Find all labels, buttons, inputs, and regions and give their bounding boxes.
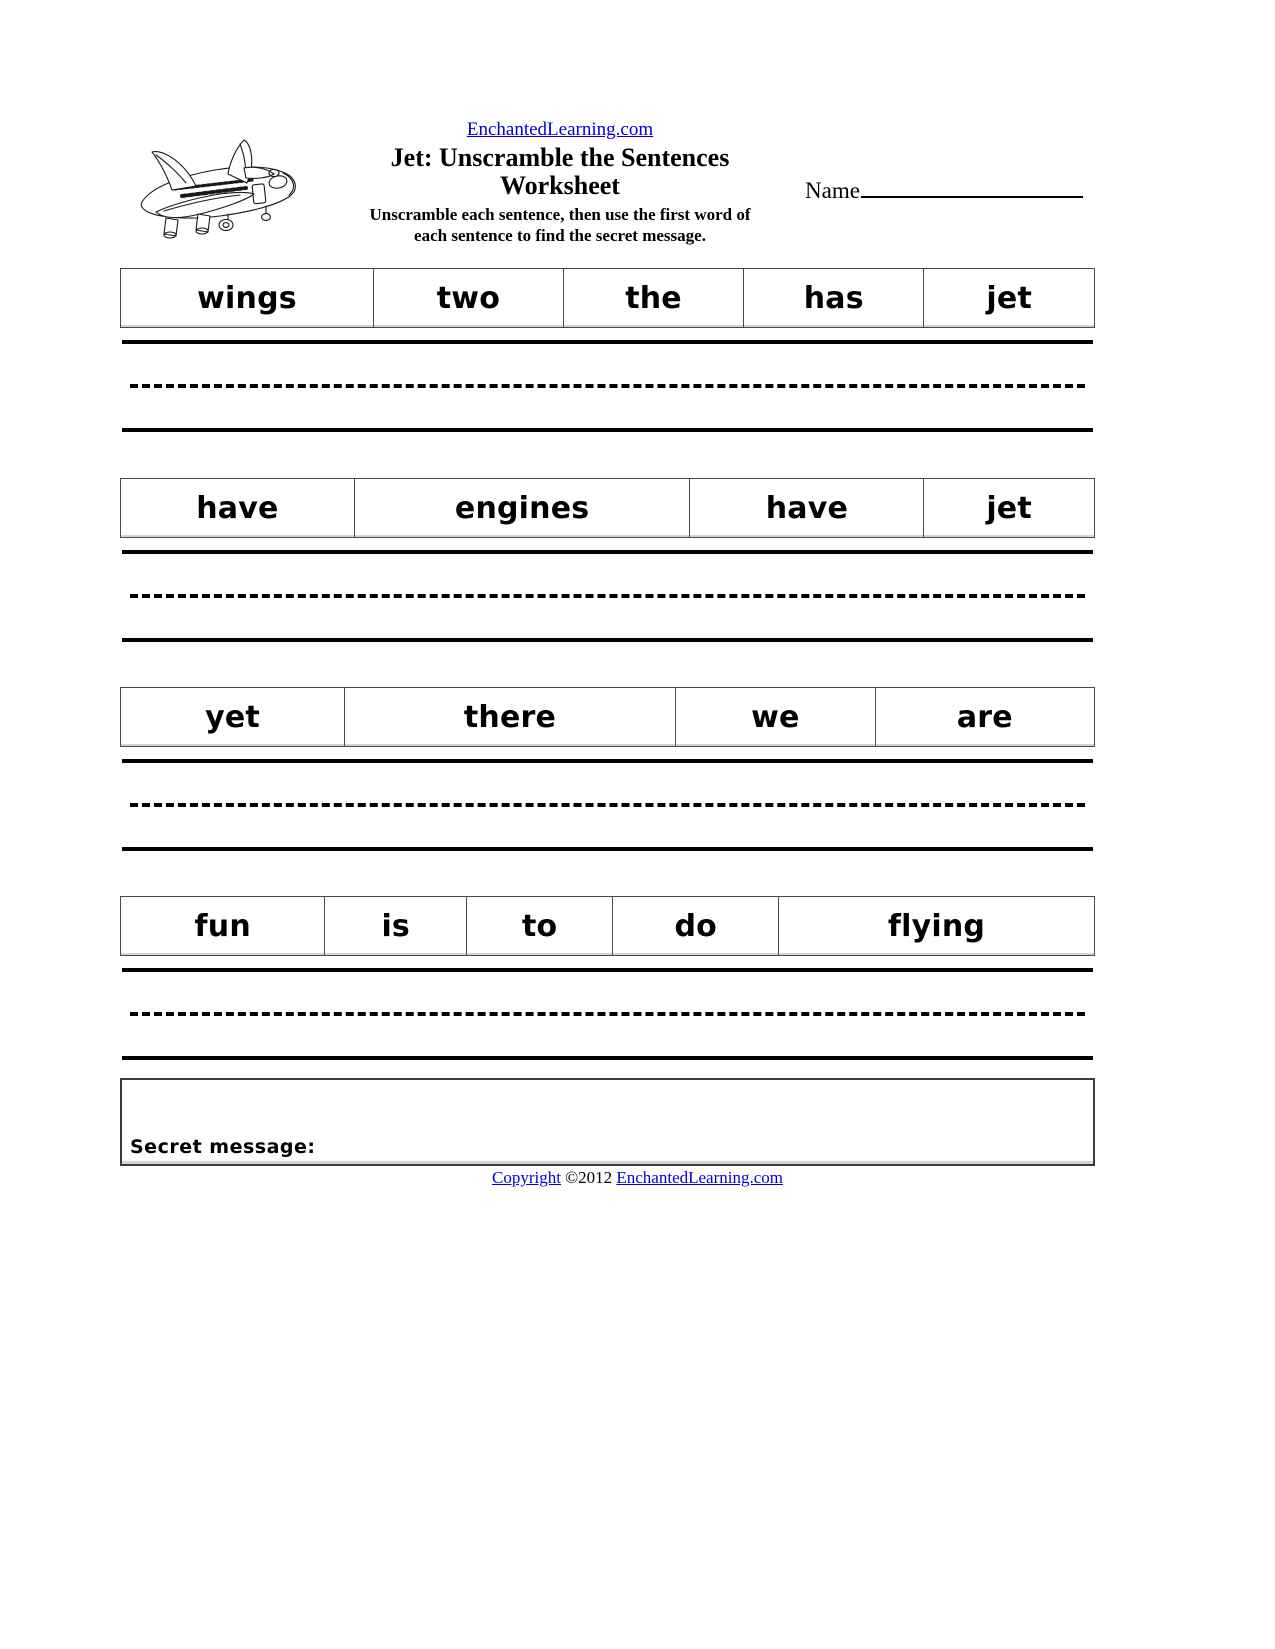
guide-line-bottom xyxy=(122,638,1093,642)
word-cell[interactable]: are xyxy=(876,688,1094,746)
title-block: EnchantedLearning.com Jet: Unscramble th… xyxy=(330,118,790,246)
word-cell[interactable]: the xyxy=(564,269,745,327)
word-cell[interactable]: wings xyxy=(121,269,374,327)
sentence-block-3: yet there we are xyxy=(120,687,1095,851)
guide-line-middle-dashed xyxy=(130,1012,1085,1016)
word-cell[interactable]: two xyxy=(374,269,564,327)
writing-lines-1[interactable] xyxy=(120,340,1095,432)
guide-line-top xyxy=(122,759,1093,763)
word-cell[interactable]: do xyxy=(613,897,780,955)
word-cell[interactable]: is xyxy=(325,897,467,955)
page-title: Jet: Unscramble the Sentences Worksheet xyxy=(330,144,790,200)
guide-line-middle-dashed xyxy=(130,384,1085,388)
word-cell[interactable]: flying xyxy=(779,897,1094,955)
word-cell[interactable]: engines xyxy=(355,479,691,537)
word-cell[interactable]: jet xyxy=(924,479,1094,537)
guide-line-top xyxy=(122,968,1093,972)
sentence-block-4: fun is to do flying xyxy=(120,896,1095,1060)
word-row-1: wings two the has jet xyxy=(120,268,1095,328)
secret-message-box[interactable]: Secret message: xyxy=(120,1078,1095,1166)
guide-line-middle-dashed xyxy=(130,803,1085,807)
guide-line-bottom xyxy=(122,428,1093,432)
footer: Copyright ©2012 EnchantedLearning.com xyxy=(0,1168,1275,1188)
footer-site-link[interactable]: EnchantedLearning.com xyxy=(616,1168,783,1187)
word-cell[interactable]: there xyxy=(345,688,676,746)
worksheet-page: EnchantedLearning.com Jet: Unscramble th… xyxy=(0,0,1275,1649)
name-label: Name xyxy=(805,178,860,203)
page-title-line-2: Worksheet xyxy=(500,171,620,200)
name-field: Name xyxy=(805,178,1095,204)
name-input-line[interactable] xyxy=(860,180,1083,198)
copyright-link[interactable]: Copyright xyxy=(492,1168,561,1187)
word-cell[interactable]: has xyxy=(744,269,925,327)
word-row-2: have engines have jet xyxy=(120,478,1095,538)
sentence-block-1: wings two the has jet xyxy=(120,268,1095,432)
word-cell[interactable]: to xyxy=(467,897,614,955)
writing-lines-2[interactable] xyxy=(120,550,1095,642)
word-row-3: yet there we are xyxy=(120,687,1095,747)
jet-airplane-illustration xyxy=(120,126,320,251)
word-cell[interactable]: have xyxy=(690,479,925,537)
instructions-line-1: Unscramble each sentence, then use the f… xyxy=(369,205,751,224)
copyright-year: ©2012 xyxy=(560,1168,617,1187)
word-cell[interactable]: we xyxy=(676,688,876,746)
word-row-4: fun is to do flying xyxy=(120,896,1095,956)
guide-line-bottom xyxy=(122,1056,1093,1060)
word-cell[interactable]: have xyxy=(121,479,355,537)
enchantedlearning-link[interactable]: EnchantedLearning.com xyxy=(330,118,790,142)
writing-lines-3[interactable] xyxy=(120,759,1095,851)
instructions: Unscramble each sentence, then use the f… xyxy=(330,204,790,246)
word-cell[interactable]: jet xyxy=(924,269,1094,327)
guide-line-bottom xyxy=(122,847,1093,851)
guide-line-middle-dashed xyxy=(130,594,1085,598)
instructions-line-2: each sentence to find the secret message… xyxy=(414,226,706,245)
worksheet-header: EnchantedLearning.com Jet: Unscramble th… xyxy=(120,118,1095,258)
page-title-line-1: Jet: Unscramble the Sentences xyxy=(390,143,730,172)
guide-line-top xyxy=(122,550,1093,554)
word-cell[interactable]: yet xyxy=(121,688,346,746)
writing-lines-4[interactable] xyxy=(120,968,1095,1060)
guide-line-top xyxy=(122,340,1093,344)
sentence-block-2: have engines have jet xyxy=(120,478,1095,642)
word-cell[interactable]: fun xyxy=(121,897,326,955)
secret-message-label: Secret message: xyxy=(130,1136,316,1158)
